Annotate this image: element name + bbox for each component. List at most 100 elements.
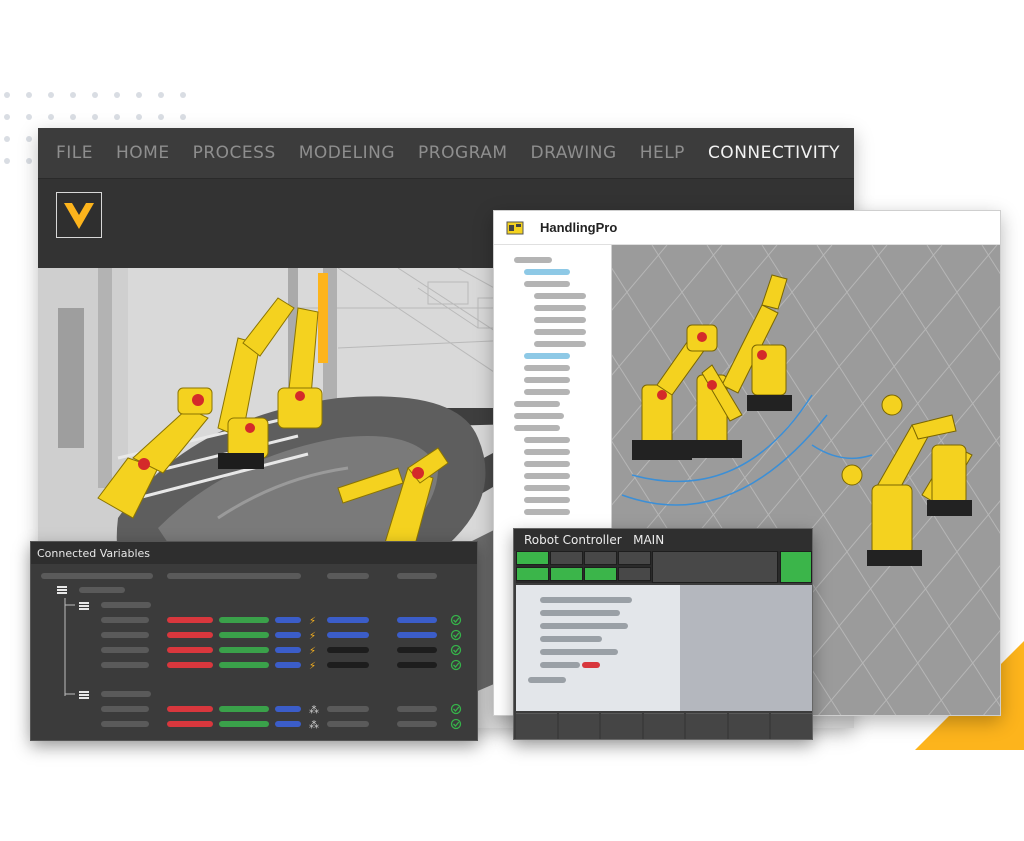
- function-key-4[interactable]: [643, 713, 685, 739]
- function-key-1[interactable]: [516, 713, 557, 739]
- variable-value-green[interactable]: [219, 662, 269, 668]
- function-key-3[interactable]: [601, 713, 642, 739]
- menu-program[interactable]: PROGRAM: [418, 143, 508, 163]
- tree-node[interactable]: [524, 485, 570, 491]
- function-key-5[interactable]: [686, 713, 727, 739]
- handlingpro-titlebar[interactable]: HandlingPro: [494, 211, 1000, 245]
- program-line[interactable]: [540, 623, 628, 629]
- decorative-dot: [114, 114, 120, 120]
- variable-value-red[interactable]: [167, 617, 213, 623]
- decorative-dot: [26, 92, 32, 98]
- status-indicator-on: [516, 551, 549, 565]
- menu-file[interactable]: FILE: [56, 143, 93, 163]
- tree-node[interactable]: [514, 401, 560, 407]
- tree-node[interactable]: [524, 389, 570, 395]
- status-indicator-on: [550, 567, 583, 581]
- variable-value-green[interactable]: [219, 721, 269, 727]
- function-key-2[interactable]: [558, 713, 600, 739]
- program-line[interactable]: [540, 636, 602, 642]
- variable-value-blue[interactable]: [275, 617, 301, 623]
- tree-node[interactable]: [514, 413, 564, 419]
- variable-value-red[interactable]: [167, 632, 213, 638]
- decorative-dot: [26, 114, 32, 120]
- decorative-dot: [70, 114, 76, 120]
- tree-node[interactable]: [514, 257, 552, 263]
- robot-controller-title: Robot Controller MAIN: [514, 529, 812, 551]
- variable-value-blue[interactable]: [275, 706, 301, 712]
- tree-node[interactable]: [524, 437, 570, 443]
- tree-node[interactable]: [534, 305, 586, 311]
- menu-process[interactable]: PROCESS: [193, 143, 276, 163]
- decorative-dot: [26, 136, 32, 142]
- controller-program-listing[interactable]: [516, 585, 680, 711]
- function-key-7[interactable]: [771, 713, 812, 739]
- connected-variables-table[interactable]: ⚡ ⚡ ⚡ ⚡ ⁂ ⁂: [31, 564, 478, 741]
- connected-variables-title: Connected Variables: [31, 542, 477, 564]
- variable-value-red[interactable]: [167, 721, 213, 727]
- variable-value-green[interactable]: [219, 632, 269, 638]
- decorative-dot: [48, 92, 54, 98]
- mapped-variable[interactable]: [327, 617, 369, 623]
- variable-value-green[interactable]: [219, 617, 269, 623]
- tree-node[interactable]: [524, 449, 570, 455]
- variable-value-red[interactable]: [167, 647, 213, 653]
- program-line[interactable]: [540, 610, 620, 616]
- mapped-variable[interactable]: [397, 632, 437, 638]
- program-line[interactable]: [528, 677, 566, 683]
- menu-connectivity[interactable]: CONNECTIVITY: [708, 143, 840, 163]
- decorative-dot: [114, 92, 120, 98]
- variable-value-red[interactable]: [167, 706, 213, 712]
- mapped-variable[interactable]: [327, 632, 369, 638]
- status-indicator-off: [550, 551, 583, 565]
- mapped-variable[interactable]: [397, 647, 437, 653]
- menu-help[interactable]: HELP: [640, 143, 685, 163]
- v-logo-icon[interactable]: [56, 192, 102, 238]
- group-label: [79, 587, 125, 593]
- mapped-variable[interactable]: [327, 647, 369, 653]
- mapped-variable[interactable]: [397, 721, 437, 727]
- mapped-variable[interactable]: [327, 662, 369, 668]
- check-circle-icon: [450, 718, 462, 730]
- controller-detail-pane: [680, 585, 812, 711]
- variable-value-blue[interactable]: [275, 662, 301, 668]
- program-line[interactable]: [540, 662, 580, 668]
- decorative-dot: [4, 114, 10, 120]
- check-circle-icon: [450, 614, 462, 626]
- variable-value-blue[interactable]: [275, 647, 301, 653]
- menu-modeling[interactable]: MODELING: [299, 143, 395, 163]
- tree-node[interactable]: [524, 473, 570, 479]
- group-label: [101, 602, 151, 608]
- decorative-dot: [26, 158, 32, 164]
- tree-node[interactable]: [524, 509, 570, 515]
- mapped-variable[interactable]: [397, 617, 437, 623]
- tree-node[interactable]: [524, 365, 570, 371]
- variable-value-green[interactable]: [219, 706, 269, 712]
- variable-value-blue[interactable]: [275, 632, 301, 638]
- variable-value-blue[interactable]: [275, 721, 301, 727]
- variable-value-red[interactable]: [167, 662, 213, 668]
- tree-node[interactable]: [514, 425, 560, 431]
- tree-node[interactable]: [534, 341, 586, 347]
- tree-node[interactable]: [534, 317, 586, 323]
- menu-home[interactable]: HOME: [116, 143, 170, 163]
- mapped-variable[interactable]: [397, 662, 437, 668]
- tree-node[interactable]: [524, 281, 570, 287]
- tree-node[interactable]: [524, 497, 570, 503]
- program-line[interactable]: [540, 597, 632, 603]
- variable-value-green[interactable]: [219, 647, 269, 653]
- tree-node[interactable]: [524, 461, 570, 467]
- variable-name: [101, 662, 149, 668]
- robot-app-icon: [506, 221, 524, 235]
- tree-node[interactable]: [524, 377, 570, 383]
- function-key-6[interactable]: [728, 713, 770, 739]
- menu-drawing[interactable]: DRAWING: [531, 143, 617, 163]
- mapped-variable[interactable]: [327, 706, 369, 712]
- status-indicator-off: [618, 567, 651, 581]
- program-line[interactable]: [540, 649, 618, 655]
- tree-node-selected[interactable]: [524, 353, 570, 359]
- mapped-variable[interactable]: [327, 721, 369, 727]
- tree-node-selected[interactable]: [524, 269, 570, 275]
- tree-node[interactable]: [534, 293, 586, 299]
- tree-node[interactable]: [534, 329, 586, 335]
- mapped-variable[interactable]: [397, 706, 437, 712]
